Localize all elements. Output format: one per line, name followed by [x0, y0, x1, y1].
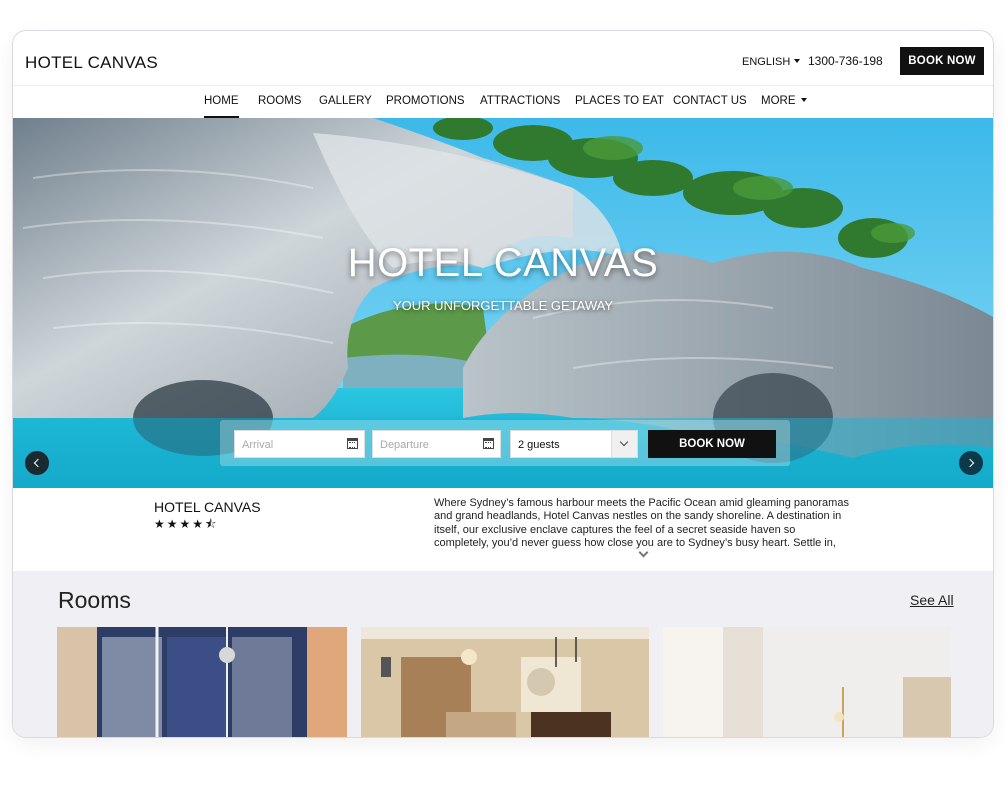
language-selector[interactable]: ENGLISH — [742, 56, 801, 68]
browser-frame: HOTEL CANVAS ENGLISH 1300-736-198 BOOK N… — [12, 30, 994, 738]
room-card-bedroom[interactable] — [663, 627, 951, 737]
nav-item-more[interactable]: MORE — [761, 95, 807, 107]
nav-item-promotions[interactable]: PROMOTIONS — [386, 95, 465, 107]
hotel-description: Where Sydney’s famous harbour meets the … — [434, 497, 849, 551]
site-logo[interactable]: HOTEL CANVAS — [25, 53, 158, 73]
caret-down-icon — [800, 98, 807, 102]
booking-bar: Arrival Departure 2 guests BOOK NOW — [220, 420, 790, 466]
hero-subtitle: YOUR UNFORGETTABLE GETAWAY — [392, 298, 614, 313]
calendar-icon[interactable] — [483, 438, 494, 449]
nav-item-attractions[interactable]: ATTRACTIONS — [480, 95, 560, 107]
slider-next-button[interactable] — [959, 451, 983, 475]
nav-more-label: MORE — [761, 95, 796, 107]
departure-field[interactable]: Departure — [372, 430, 501, 458]
top-bar: HOTEL CANVAS ENGLISH 1300-736-198 BOOK N… — [13, 31, 993, 85]
see-all-link[interactable]: See All — [910, 592, 954, 608]
guests-select[interactable]: 2 guests — [510, 430, 638, 458]
room-image — [663, 627, 951, 737]
room-card-bathroom[interactable] — [57, 627, 347, 737]
nav-item-rooms[interactable]: ROOMS — [258, 95, 301, 107]
rooms-title: Rooms — [58, 587, 131, 613]
calendar-icon[interactable] — [347, 438, 358, 449]
hero-slider: HOTEL CANVAS YOUR UNFORGETTABLE GETAWAY … — [13, 118, 993, 488]
star-rating: ★★★★⯪ — [154, 517, 219, 531]
rooms-section: Rooms See All — [13, 571, 993, 737]
nav-item-places-to-eat[interactable]: PLACES TO EAT — [575, 95, 664, 107]
slider-prev-button[interactable] — [25, 451, 49, 475]
nav-item-gallery[interactable]: GALLERY — [319, 95, 372, 107]
arrival-field[interactable]: Arrival — [234, 430, 365, 458]
caret-down-icon — [794, 59, 801, 63]
room-image — [57, 627, 347, 737]
booking-book-now-button[interactable]: BOOK NOW — [648, 430, 776, 458]
room-card-living[interactable] — [361, 627, 649, 737]
departure-placeholder: Departure — [380, 439, 429, 451]
book-now-button[interactable]: BOOK NOW — [900, 47, 984, 75]
language-label: ENGLISH — [742, 56, 791, 68]
hotel-name: HOTEL CANVAS — [154, 499, 261, 515]
room-image — [361, 627, 649, 737]
arrival-placeholder: Arrival — [242, 439, 274, 451]
nav-item-contact-us[interactable]: CONTACT US — [673, 95, 747, 107]
chevron-down-icon — [611, 431, 637, 457]
main-nav: HOME ROOMS GALLERY PROMOTIONS ATTRACTION… — [13, 85, 993, 118]
phone-number[interactable]: 1300-736-198 — [808, 54, 883, 68]
guests-value: 2 guests — [518, 439, 560, 451]
nav-item-home[interactable]: HOME — [204, 95, 239, 118]
hero-title: HOTEL CANVAS — [347, 241, 659, 285]
